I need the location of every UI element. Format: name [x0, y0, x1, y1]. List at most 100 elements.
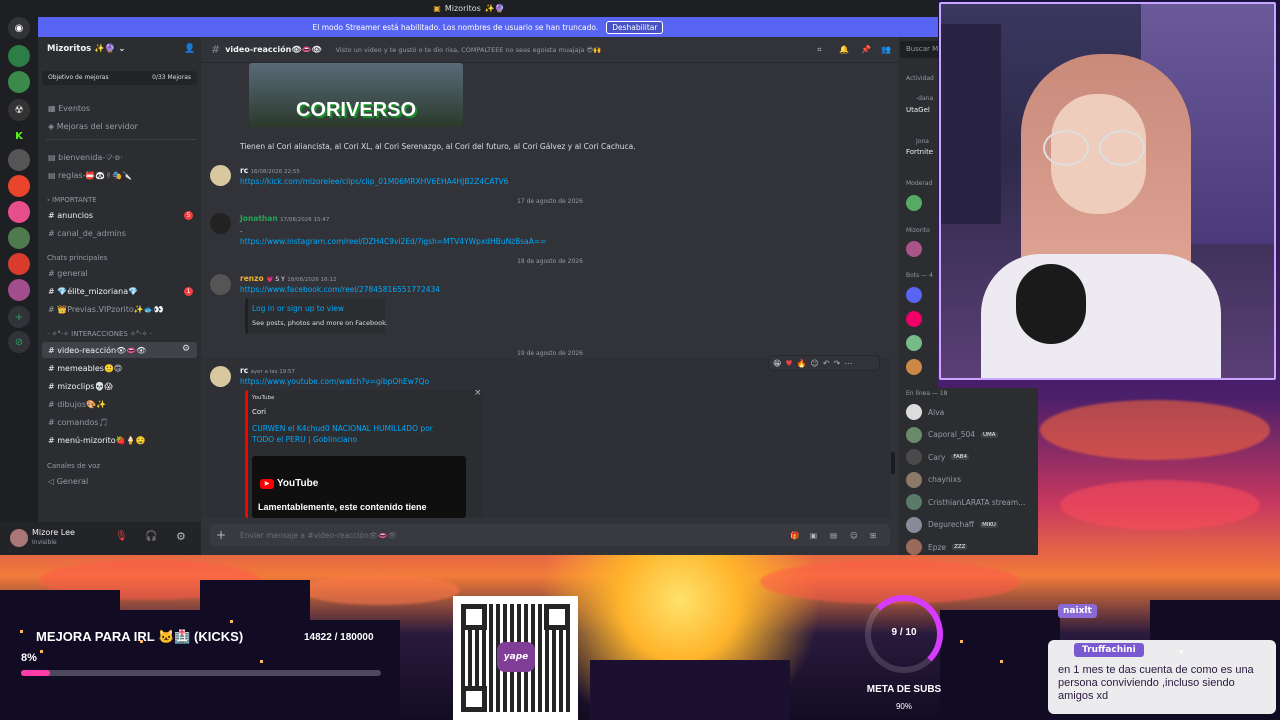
server-icon[interactable] — [8, 227, 30, 249]
channel-mizoclips[interactable]: # mizoclips💀😱 — [48, 382, 113, 391]
member-item[interactable]: chaynixs — [906, 471, 961, 488]
member-item[interactable]: Caporal_504 UMA — [906, 426, 998, 443]
discord-home-icon[interactable]: ◉ — [8, 17, 30, 39]
member-item[interactable]: Degurechaff MIKU — [906, 516, 998, 533]
message-input[interactable]: + Enviar mensaje a #video-reacción👁👄👁 🎁 … — [210, 524, 890, 546]
youtube-logo: ▶ YouTube — [260, 478, 318, 489]
embed-provider[interactable]: YouTube — [252, 395, 274, 401]
events-item[interactable]: ▦ Eventos — [48, 104, 90, 113]
server-rail: ◉ ☢ K + ⊘ — [0, 17, 38, 555]
embed-author[interactable]: Cori — [252, 408, 266, 416]
discover-icon[interactable]: ⊘ — [8, 331, 30, 353]
threads-icon[interactable]: ⌗ — [817, 45, 822, 55]
channel-dibujos[interactable]: # dibujos🎨✨ — [48, 400, 106, 409]
channel-menu[interactable]: # menú-mizorito🍓🍦🤤 — [48, 436, 146, 445]
bot-avatar[interactable] — [906, 335, 922, 351]
members-icon[interactable]: 👥 — [881, 45, 891, 54]
message-link[interactable]: https://www.youtube.com/watch?v=gibpOhEw… — [240, 377, 429, 386]
message-author[interactable]: Jonathan — [240, 214, 278, 223]
avatar[interactable] — [210, 165, 231, 186]
user-settings-gear-icon[interactable]: ⚙ — [176, 530, 186, 543]
bot-avatar[interactable] — [906, 311, 922, 327]
server-icon[interactable] — [8, 71, 30, 93]
avatar[interactable] — [210, 274, 231, 295]
boosts-item[interactable]: ◈ Mejoras del servidor — [48, 122, 138, 131]
member-item[interactable]: Alva — [906, 404, 944, 420]
member-item[interactable]: CristhianLARATA stream... — [906, 494, 1025, 510]
boosts-label: Mejoras del servidor — [56, 122, 138, 131]
sticker-icon[interactable]: ▤ — [830, 531, 837, 540]
message-link[interactable]: https://kick.com/mizorelee/clips/clip_01… — [240, 177, 508, 186]
video-thumbnail[interactable]: CORIVERSO — [249, 63, 463, 127]
channel-reglas[interactable]: ▤ reglas-📛🐼✌🎭🔪 — [48, 171, 132, 180]
disable-streamer-button[interactable]: Deshabilitar — [606, 20, 664, 34]
server-icon[interactable] — [8, 45, 30, 67]
server-icon[interactable]: ☢ — [8, 99, 30, 121]
embed-title[interactable]: CURWEN el K4chud0 NACIONAL HUMILL4DO por… — [252, 423, 452, 445]
fire-icon[interactable]: 🔥 — [797, 359, 807, 368]
category-voz[interactable]: Canales de voz — [47, 462, 100, 470]
channel-canal-admins[interactable]: # canal_de_admins — [48, 229, 126, 238]
server-icon[interactable] — [8, 149, 30, 171]
bell-icon[interactable]: 🔔 — [839, 45, 849, 54]
category-chats[interactable]: Chats principales — [47, 254, 107, 262]
message-link[interactable]: https://www.facebook.com/reel/2784581655… — [240, 285, 440, 294]
add-reaction-icon[interactable]: ☺ — [810, 359, 818, 368]
channel-memeables[interactable]: # memeables🙂🙃 — [48, 364, 122, 373]
forward-icon[interactable]: ↷ — [834, 359, 841, 368]
voice-channel-general[interactable]: ◁ General — [48, 477, 88, 486]
member-avatar[interactable] — [906, 195, 922, 211]
mute-icon[interactable]: 🎙 — [115, 531, 128, 542]
reaction-icon[interactable]: 😁 — [773, 359, 781, 368]
channel-general[interactable]: # general — [48, 269, 88, 278]
pin-icon[interactable]: 📌 — [861, 45, 871, 54]
member-item[interactable]: Cary FAB4 — [906, 449, 970, 465]
add-attachment-icon[interactable]: + — [216, 528, 226, 542]
emoji-icon[interactable]: ☺ — [850, 531, 858, 540]
channel-anuncios[interactable]: # anuncios — [48, 211, 93, 220]
member-tag: UMA — [981, 431, 998, 438]
avatar[interactable] — [210, 366, 231, 387]
message-author[interactable]: rc — [240, 166, 248, 175]
reply-icon[interactable]: ↶ — [823, 359, 830, 368]
headphones-icon[interactable]: 🎧 — [145, 531, 157, 542]
hash-icon: # — [48, 346, 55, 355]
member-avatar[interactable] — [906, 241, 922, 257]
category-interacciones[interactable]: · ✧°·✧ INTERACCIONES ✧°·✧ · — [47, 330, 152, 338]
search-input[interactable]: Buscar Mizo — [900, 41, 938, 58]
close-icon[interactable]: × — [474, 390, 482, 398]
bot-avatar[interactable] — [906, 287, 922, 303]
server-icon[interactable] — [8, 175, 30, 197]
server-icon[interactable] — [8, 253, 30, 275]
bot-avatar[interactable] — [906, 359, 922, 375]
member-item[interactable]: Epze ZZZ — [906, 539, 968, 555]
channel-elite[interactable]: # 💎élite_mizoriana💎 — [48, 287, 138, 296]
server-icon[interactable] — [8, 279, 30, 301]
avatar[interactable] — [210, 213, 231, 234]
server-name[interactable]: Mizoritos ✨🔮 ⌄ — [47, 44, 125, 54]
category-importante[interactable]: › IMPORTANTE — [47, 196, 97, 204]
scrollbar[interactable] — [891, 452, 895, 474]
heart-icon[interactable]: ♥ — [785, 359, 792, 368]
embed-title[interactable]: Log in or sign up to view — [252, 304, 344, 313]
megaphone-icon: # — [48, 211, 55, 220]
message-link[interactable]: https://www.instagram.com/reel/DZH4C9vi2… — [240, 237, 546, 246]
add-server-icon[interactable]: + — [8, 306, 30, 328]
gift-icon[interactable]: 🎁 — [790, 531, 799, 540]
message-author[interactable]: renzo — [240, 274, 264, 283]
add-member-icon[interactable]: 👤 — [184, 44, 195, 54]
video-player[interactable]: ▶ YouTube Lamentablemente, este contenid… — [252, 456, 466, 518]
message-author[interactable]: rc — [240, 366, 248, 375]
boost-goal-bar[interactable]: Objetivo de mejoras 0/33 Mejoras — [42, 71, 197, 85]
avatar[interactable] — [10, 529, 28, 547]
channel-previas[interactable]: # 👑Previas.VIPzorito✨🐟👀 — [48, 305, 164, 314]
kick-server-icon[interactable]: K — [8, 125, 30, 147]
settings-gear-icon[interactable]: ⚙ — [182, 344, 190, 354]
server-icon[interactable] — [8, 201, 30, 223]
yape-qr-code: yape — [453, 596, 578, 720]
more-icon[interactable]: ⋯ — [844, 359, 852, 368]
gif-icon[interactable]: ▣ — [810, 531, 817, 540]
channel-bienvenida[interactable]: ▤ bienvenida-♡̷·ʚ· — [48, 153, 123, 162]
apps-icon[interactable]: ⊞ — [870, 531, 876, 540]
channel-comandos[interactable]: # comandos🎵 — [48, 418, 108, 427]
